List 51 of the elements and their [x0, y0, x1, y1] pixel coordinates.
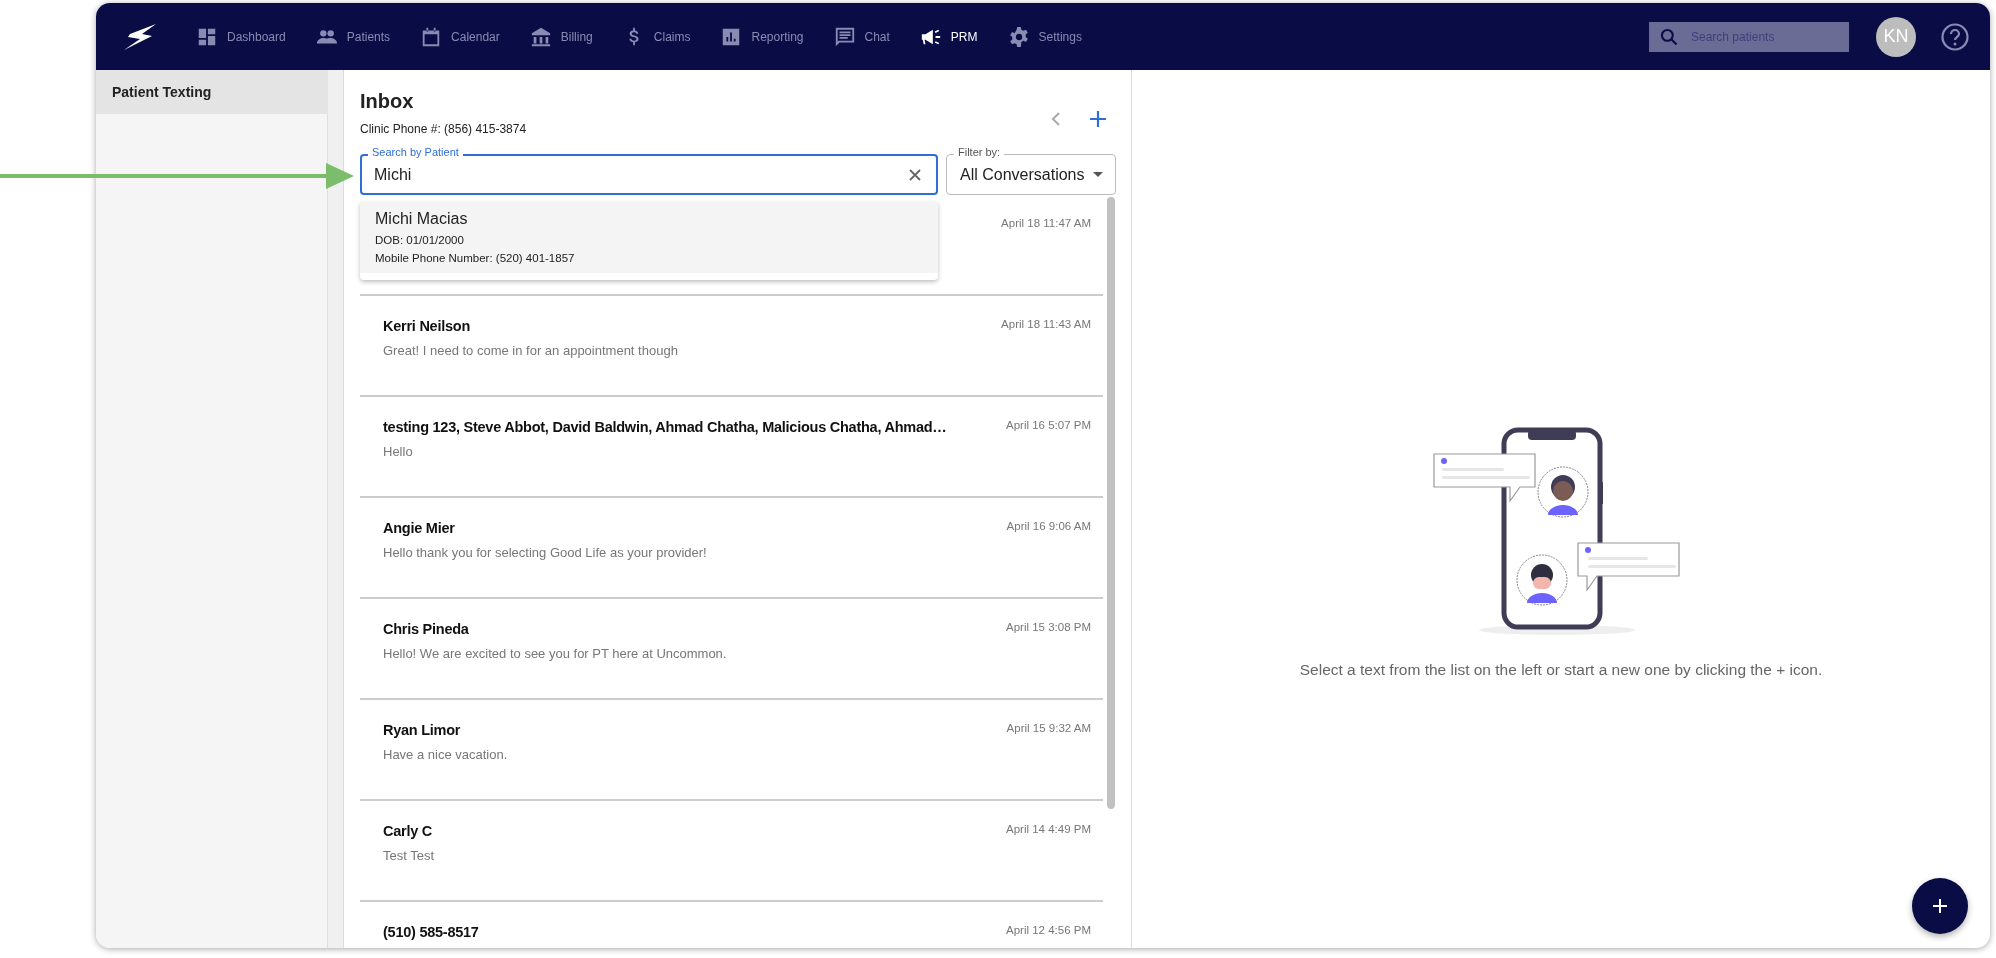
sidebar-item[interactable]: Patient Texting [96, 70, 328, 114]
help-icon[interactable] [1940, 21, 1970, 52]
contact-name: Carly C [383, 823, 434, 839]
field-label: Search by Patient [368, 146, 463, 158]
nav-link[interactable]: Claims [622, 25, 691, 48]
message-preview: Test Test [383, 848, 435, 863]
message-preview: Hello thank you for selecting Good Life as your provider! [383, 545, 707, 560]
add-icon[interactable] [1089, 110, 1107, 128]
nav-link[interactable]: Chat [833, 25, 890, 48]
contact-name: Kerri Neilson [383, 318, 471, 334]
clinic-phone: Clinic Phone #: (856) 415-3874 [360, 122, 527, 136]
message-preview: Have a nice vacation. [383, 747, 508, 762]
field-label: Filter by: [954, 146, 1005, 158]
message-preview: Hello! We are excited to see you for PT here at Uncommon. [383, 646, 727, 661]
message-time: April 14 4:49 PM [1006, 823, 1091, 835]
nav-link[interactable]: Billing [529, 25, 593, 48]
message-time: April 18 11:43 AM [1001, 318, 1091, 330]
message-time: April 16 5:07 PM [1006, 419, 1091, 431]
message-preview: Great! I need to come in for an appointment though [383, 343, 678, 358]
contact-name: Ryan Limor [383, 722, 462, 738]
contact-name: (510) 585-8517 [383, 924, 479, 940]
contact-name: Angie Mier [383, 520, 456, 536]
inbox-title: Inbox [360, 90, 415, 113]
patient-name: Michi Macias [375, 210, 469, 228]
nav-link[interactable]: Dashboard [196, 25, 286, 48]
nav-link[interactable]: PRM [919, 25, 978, 48]
chat-icon [833, 25, 856, 48]
patient-suggestion[interactable]: Michi Macias DOB: 01/01/2000 Mobile Phone Number: (520) 401-1857 [360, 202, 938, 273]
patient-dob: DOB: 01/01/2000 [375, 234, 465, 246]
clear-icon[interactable] [908, 168, 922, 182]
message-time: April 16 9:06 AM [1006, 520, 1091, 532]
new-text-button[interactable] [1912, 878, 1968, 934]
scrollbar-thumb[interactable] [1107, 197, 1115, 809]
nav-link[interactable]: Reporting [720, 25, 804, 48]
message-preview: Hello [383, 444, 414, 459]
caret-icon [1093, 171, 1103, 178]
search-icon [1659, 26, 1679, 47]
add-icon [1932, 898, 1948, 914]
message-time: April 15 3:08 PM [1006, 621, 1091, 633]
message-time: April 15 9:32 AM [1006, 722, 1091, 734]
nav-link[interactable]: Calendar [420, 25, 500, 48]
nav-link[interactable]: Patients [315, 25, 391, 48]
bank-icon [529, 25, 552, 48]
contact-name: testing 123, Steve Abbot, David Baldwin, Ahmad Chatha, Malicious Chatha, Ahmad… [383, 419, 947, 435]
empty-state-message: Select a text from the list on the left or start a new one by clicking the + icon. [1299, 661, 1823, 679]
nav-link[interactable]: Settings [1007, 25, 1082, 48]
contact-name: Chris Pineda [383, 621, 470, 637]
settings-icon [1007, 25, 1030, 48]
message-time: April 18 11:47 AM [1001, 217, 1091, 229]
message-time: April 12 4:56 PM [1006, 924, 1091, 936]
patient-phone: Mobile Phone Number: (520) 401-1857 [375, 252, 576, 264]
